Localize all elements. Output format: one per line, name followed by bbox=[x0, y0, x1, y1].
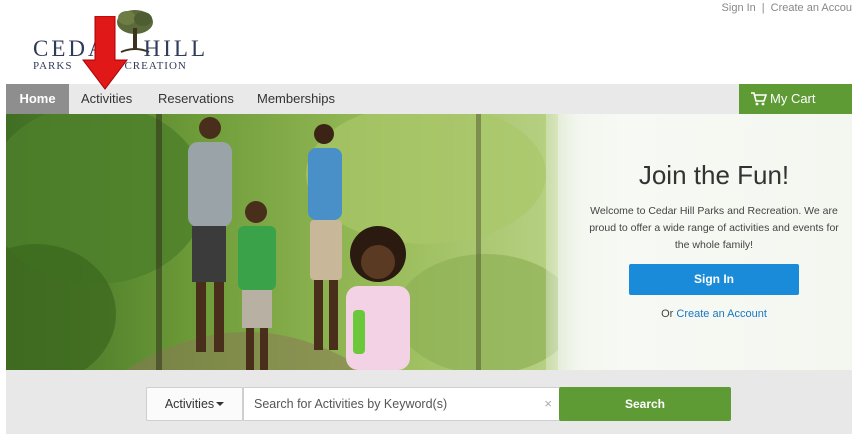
family-hiking-photo bbox=[6, 114, 558, 370]
logo-tag-right: CREATION bbox=[124, 60, 187, 72]
sign-in-button[interactable]: Sign In bbox=[629, 264, 799, 295]
account-links: Sign In | Create an Accou bbox=[722, 2, 852, 14]
sign-in-link[interactable]: Sign In bbox=[722, 2, 756, 14]
link-separator: | bbox=[761, 2, 765, 14]
create-account-link[interactable]: Create an Accou bbox=[771, 2, 852, 14]
caret-down-icon bbox=[216, 402, 225, 406]
keyword-search-field: × bbox=[243, 387, 561, 421]
keyword-search-input[interactable] bbox=[244, 388, 534, 420]
search-bar: Activities × Search bbox=[6, 370, 852, 434]
my-cart-label: My Cart bbox=[770, 91, 816, 106]
nav-item-home[interactable]: Home bbox=[6, 84, 69, 114]
create-account-line: Or Create an Account bbox=[576, 308, 852, 320]
hero-description: Welcome to Cedar Hill Parks and Recreati… bbox=[589, 205, 839, 251]
red-down-arrow-annotation bbox=[81, 16, 129, 90]
create-account-hero-link[interactable]: Create an Account bbox=[676, 308, 767, 320]
logo-tag-left: PARKS bbox=[33, 60, 73, 72]
category-dropdown-label: Activities bbox=[164, 397, 215, 411]
hero-banner: Join the Fun! Welcome to Cedar Hill Park… bbox=[6, 114, 852, 370]
join-panel: Join the Fun! Welcome to Cedar Hill Park… bbox=[576, 114, 852, 370]
logo-word-right: HILL bbox=[143, 36, 208, 61]
hero-title: Join the Fun! bbox=[638, 160, 790, 190]
create-prefix: Or bbox=[661, 308, 674, 320]
my-cart-button[interactable]: My Cart bbox=[739, 84, 852, 114]
clear-icon[interactable]: × bbox=[544, 396, 552, 411]
category-dropdown[interactable]: Activities bbox=[146, 387, 243, 421]
page: Sign In | Create an Accou CEDA HILL PARKS CR… bbox=[0, 0, 852, 434]
search-button[interactable]: Search bbox=[559, 387, 731, 421]
shopping-cart-icon bbox=[751, 92, 768, 106]
nav-item-memberships[interactable]: Memberships bbox=[257, 84, 335, 114]
main-nav: Home Activities Reservations Memberships… bbox=[6, 84, 852, 114]
nav-item-reservations[interactable]: Reservations bbox=[158, 84, 234, 114]
